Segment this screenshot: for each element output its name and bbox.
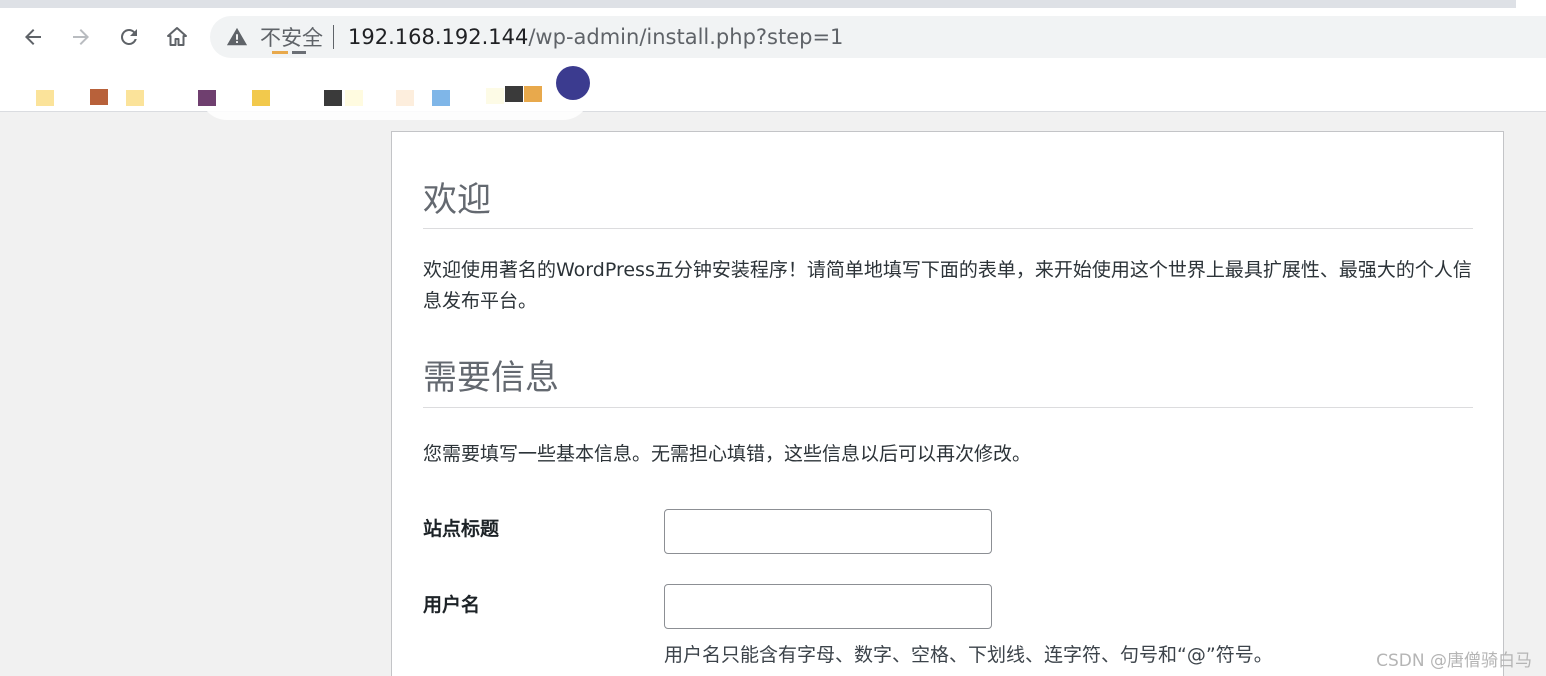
browser-chrome: 不安全 192.168.192.144/wp-admin/install.php…	[0, 0, 1546, 120]
site-title-label: 站点标题	[423, 518, 500, 540]
username-label: 用户名	[423, 594, 481, 616]
bookmark-favicon-7[interactable]	[345, 90, 363, 106]
address-separator	[333, 25, 334, 49]
site-title-input[interactable]	[664, 509, 992, 554]
address-bar[interactable]: 不安全 192.168.192.144/wp-admin/install.php…	[210, 16, 1546, 58]
url-text[interactable]: 192.168.192.144/wp-admin/install.php?ste…	[348, 25, 843, 49]
username-hint: 用户名只能含有字母、数字、空格、下划线、连字符、句号和“@”符号。	[664, 644, 1273, 666]
tab-strip	[0, 0, 1546, 8]
bookmark-favicon-2[interactable]	[90, 89, 108, 105]
url-host: 192.168.192.144	[348, 25, 529, 49]
bookmark-favicon-9[interactable]	[432, 90, 450, 106]
home-icon	[167, 27, 187, 46]
required-divider	[423, 407, 1473, 408]
warning-icon[interactable]	[226, 26, 248, 48]
reload-button[interactable]	[114, 22, 144, 52]
back-button[interactable]	[18, 22, 48, 52]
welcome-divider	[423, 228, 1473, 229]
required-heading: 需要信息	[423, 358, 559, 398]
bookmark-favicon-12[interactable]	[524, 86, 542, 102]
bookmark-favicon-3[interactable]	[126, 90, 144, 106]
security-chip-accent-2	[292, 51, 306, 54]
security-chip-accent	[272, 51, 288, 54]
watermark: CSDN @唐僧骑白马	[1376, 651, 1532, 671]
back-icon	[25, 29, 41, 45]
url-path: /wp-admin/install.php?step=1	[528, 25, 844, 49]
bookmark-favicon-1[interactable]	[36, 90, 54, 106]
bookmark-favicon-11[interactable]	[505, 86, 523, 102]
bookmark-favicon-4[interactable]	[198, 90, 216, 106]
bookmark-favicon-10[interactable]	[486, 88, 504, 104]
bookmark-favicon-6[interactable]	[324, 90, 342, 106]
bookmark-favicon-8[interactable]	[396, 90, 414, 106]
forward-icon	[73, 29, 89, 45]
bookmark-favicon-5[interactable]	[252, 90, 270, 106]
required-text: 您需要填写一些基本信息。无需担心填错，这些信息以后可以再次修改。	[423, 443, 1032, 465]
username-input[interactable]	[664, 584, 992, 629]
welcome-text: 欢迎使用著名的WordPress五分钟安装程序！请简单地填写下面的表单，来开始使…	[423, 259, 1472, 312]
home-button[interactable]	[162, 22, 192, 52]
security-label[interactable]: 不安全	[260, 22, 323, 52]
forward-button[interactable]	[66, 22, 96, 52]
install-card: 欢迎 欢迎使用著名的WordPress五分钟安装程序！请简单地填写下面的表单，来…	[391, 131, 1504, 676]
reload-icon	[121, 28, 137, 45]
bookmark-favicon-13[interactable]	[556, 66, 590, 100]
tab-notch	[1516, 0, 1546, 8]
welcome-heading: 欢迎	[423, 180, 491, 220]
